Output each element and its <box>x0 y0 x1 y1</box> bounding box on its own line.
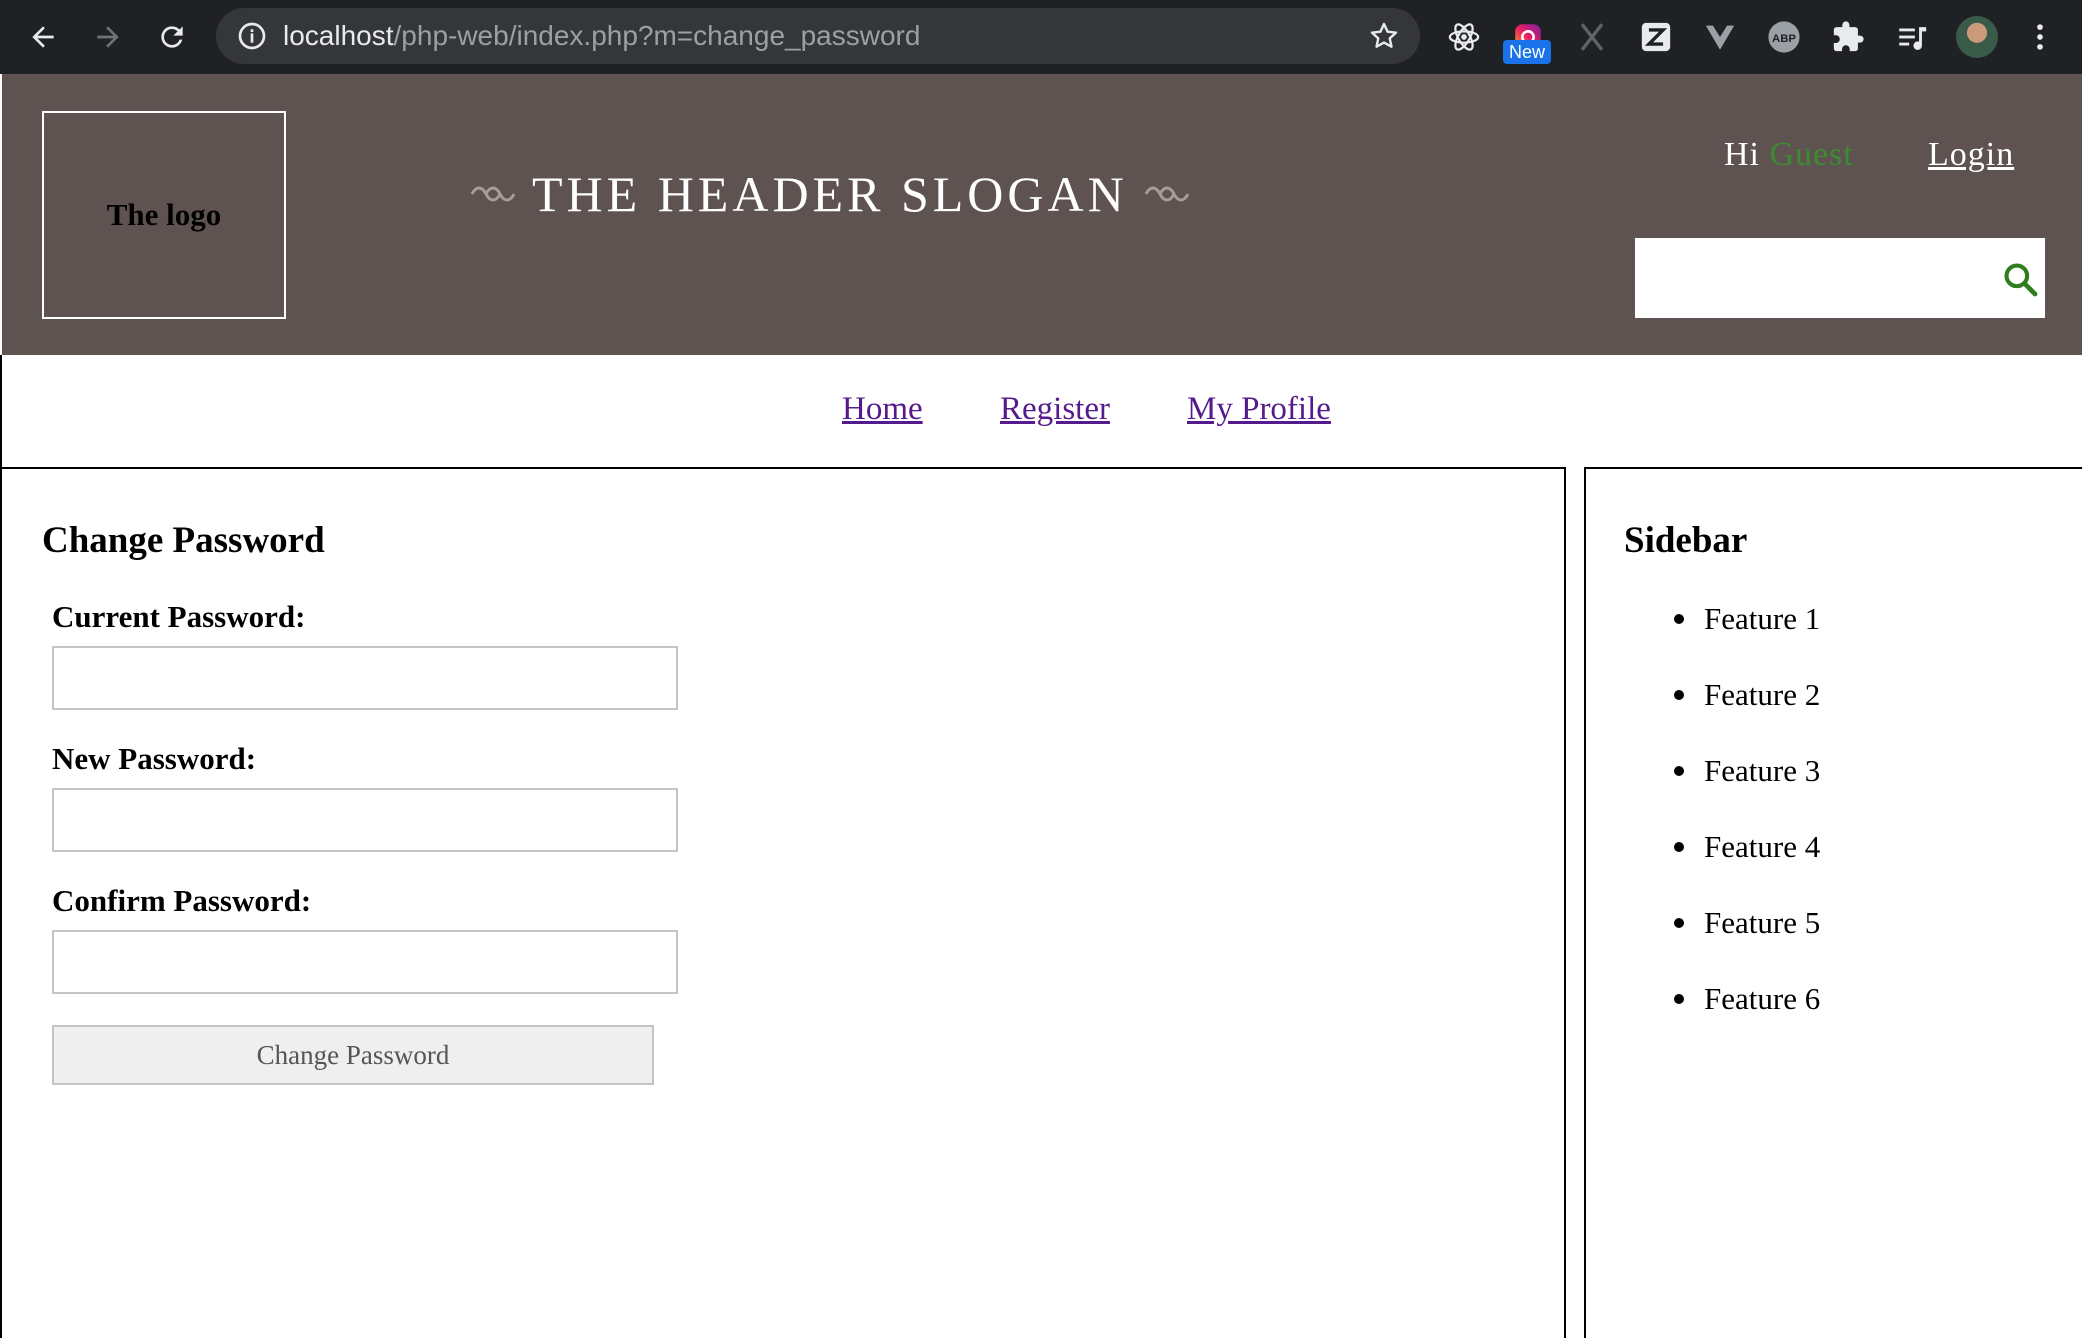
sidebar: Sidebar Feature 1 Feature 2 Feature 3 Fe… <box>1584 467 2082 1338</box>
x-icon <box>1580 23 1604 51</box>
site-logo[interactable]: The logo <box>42 111 286 319</box>
bullet-icon <box>1674 690 1684 700</box>
abp-icon: ABP <box>1768 21 1800 53</box>
address-bar[interactable]: localhost/php-web/index.php?m=change_pas… <box>216 8 1420 64</box>
search-input[interactable] <box>1635 238 1975 318</box>
x-extension[interactable] <box>1572 17 1612 57</box>
bullet-icon <box>1674 918 1684 928</box>
info-icon[interactable] <box>236 20 268 52</box>
adblock-plus-extension[interactable]: ABP <box>1764 17 1804 57</box>
new-password-input[interactable] <box>52 788 678 852</box>
zotero-extension[interactable] <box>1636 17 1676 57</box>
feature-label: Feature 2 <box>1704 677 1821 712</box>
column-gap <box>1566 467 1584 1338</box>
list-item: Feature 2 <box>1586 675 1820 751</box>
nav-register-link[interactable]: Register <box>1000 391 1110 428</box>
feature-label: Feature 1 <box>1704 601 1821 636</box>
new-badge: New <box>1503 40 1552 64</box>
reload-button[interactable] <box>150 15 194 59</box>
current-password-label: Current Password: <box>52 599 306 634</box>
change-password-button[interactable]: Change Password <box>52 1025 654 1085</box>
bullet-icon <box>1674 994 1684 1004</box>
search-icon[interactable] <box>2001 260 2039 298</box>
greeting-prefix: Hi <box>1724 136 1760 173</box>
current-password-input[interactable] <box>52 646 678 710</box>
puzzle-icon <box>1833 21 1864 52</box>
site-header: The logo THE HEADER SLOGAN Hi Guest Logi… <box>0 74 2082 355</box>
confirm-password-input[interactable] <box>52 930 678 994</box>
sidebar-title: Sidebar <box>1624 520 1748 561</box>
url-host: localhost <box>283 20 394 51</box>
react-devtools-extension[interactable] <box>1444 17 1484 57</box>
bullet-icon <box>1674 766 1684 776</box>
feature-label: Feature 5 <box>1704 905 1821 940</box>
back-button[interactable] <box>21 15 65 59</box>
feature-label: Feature 6 <box>1704 981 1821 1016</box>
list-item: Feature 3 <box>1586 751 1820 827</box>
list-item: Feature 5 <box>1586 903 1820 979</box>
list-item: Feature 4 <box>1586 827 1820 903</box>
new-password-label: New Password: <box>52 741 257 776</box>
bookmark-star-icon[interactable] <box>1368 20 1400 52</box>
header-search <box>1635 238 2045 318</box>
arrow-left-icon <box>32 26 54 48</box>
bullet-icon <box>1674 842 1684 852</box>
svg-text:ABP: ABP <box>1772 33 1796 45</box>
react-atom-icon <box>1448 23 1480 51</box>
zotero-icon <box>1641 22 1671 52</box>
reading-list-button[interactable] <box>1892 17 1932 57</box>
flourish-left-icon <box>470 186 516 202</box>
list-item: Feature 1 <box>1586 599 1820 675</box>
vue-devtools-extension[interactable] <box>1700 17 1740 57</box>
browser-menu-button[interactable] <box>2020 17 2060 57</box>
slogan-text: THE HEADER SLOGAN <box>532 166 1128 222</box>
page-title: Change Password <box>42 520 325 561</box>
arrow-right-icon <box>97 26 119 48</box>
vue-icon <box>1705 25 1735 50</box>
browser-toolbar: localhost/php-web/index.php?m=change_pas… <box>0 0 2082 74</box>
nav-home-link[interactable]: Home <box>842 391 923 428</box>
bullet-icon <box>1674 614 1684 624</box>
forward-button[interactable] <box>86 15 130 59</box>
flourish-right-icon <box>1144 186 1190 202</box>
confirm-password-label: Confirm Password: <box>52 883 312 918</box>
extensions-button[interactable] <box>1828 17 1868 57</box>
address-url[interactable]: localhost/php-web/index.php?m=change_pas… <box>283 8 920 64</box>
more-vertical-icon <box>2037 24 2043 50</box>
feature-label: Feature 3 <box>1704 753 1821 788</box>
header-slogan: THE HEADER SLOGAN <box>454 164 1206 224</box>
user-greeting: Hi Guest <box>1724 136 1854 174</box>
change-password-panel: Change Password Current Password: New Pa… <box>0 467 1566 1338</box>
url-path: /php-web/index.php?m=change_password <box>393 20 921 51</box>
reload-icon <box>161 26 183 48</box>
feature-label: Feature 4 <box>1704 829 1821 864</box>
feature-list: Feature 1 Feature 2 Feature 3 Feature 4 … <box>1586 599 1820 1055</box>
login-link[interactable]: Login <box>1928 136 2014 174</box>
main-nav: Home Register My Profile <box>0 355 2082 467</box>
nav-my-profile-link[interactable]: My Profile <box>1187 391 1331 428</box>
media-queue-icon <box>1899 27 1927 50</box>
list-item: Feature 6 <box>1586 979 1820 1055</box>
profile-avatar[interactable] <box>1956 16 1998 58</box>
guest-username: Guest <box>1769 136 1854 173</box>
